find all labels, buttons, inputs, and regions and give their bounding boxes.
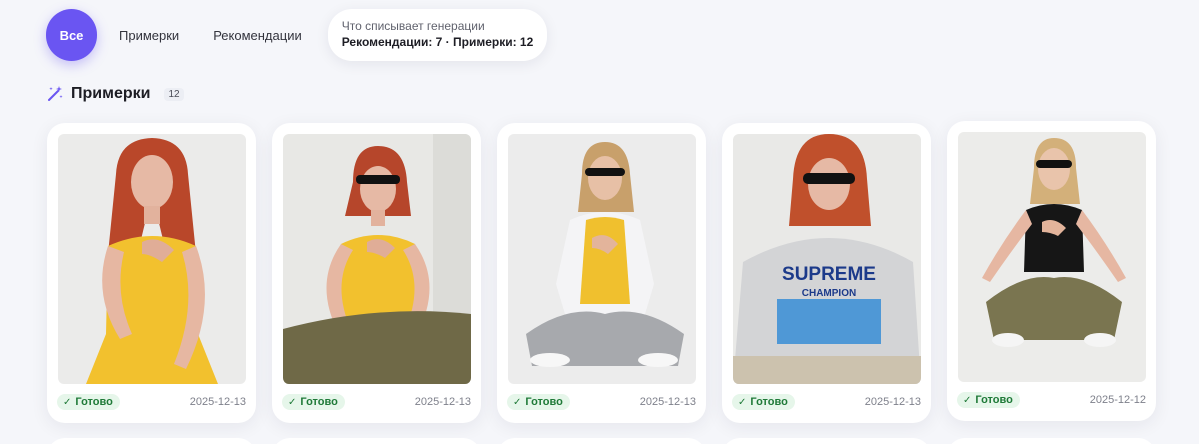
status-badge: ✓ Готово <box>507 394 570 410</box>
section-title: Примерки <box>71 85 151 102</box>
tryon-grid: ✓Готово 2025-12-13 ✓Готово 2025-12-13 <box>47 121 1156 423</box>
hoodie-sub-text: CHAMPION <box>802 288 856 299</box>
tryon-card-partial[interactable] <box>947 438 1156 444</box>
tryon-card[interactable]: ✓ Готово 2025-12-13 <box>47 123 256 423</box>
tryon-card-partial[interactable] <box>47 438 256 444</box>
check-icon: ✓ <box>513 396 522 408</box>
section-header: Примерки 12 <box>46 85 184 103</box>
tryon-card-partial[interactable] <box>497 438 706 444</box>
tryon-card-footer: ✓ Готово 2025-12-13 <box>507 394 696 410</box>
tryon-date: 2025-12-12 <box>1089 394 1146 406</box>
generation-usage-values: Рекомендации: 7 · Примерки: 12 <box>341 35 534 49</box>
tryon-card-footer: ✓ Готово 2025-12-12 <box>957 392 1146 408</box>
tryon-photo[interactable] <box>508 134 696 384</box>
status-badge: ✓ Готово <box>57 394 120 410</box>
filter-bar: Все Примерки Рекомендации Что списывает … <box>46 9 548 61</box>
filter-all-button[interactable]: Все <box>46 9 97 61</box>
tryon-date: 2025-12-13 <box>639 396 696 408</box>
tryon-card[interactable]: SUPREME CHAMPION ✓ Готово 2025-12-13 <box>722 123 931 423</box>
tryon-photo[interactable] <box>283 134 471 384</box>
tryon-card[interactable]: ✓ Готово 2025-12-13 <box>272 123 481 423</box>
tryon-card-partial[interactable] <box>272 438 481 444</box>
check-icon: ✓ <box>963 394 972 406</box>
status-badge: ✓ Готово <box>957 392 1020 408</box>
hoodie-brand-text: SUPREME <box>782 264 876 285</box>
magic-wand-icon <box>48 86 63 101</box>
tryon-card-footer: ✓ Готово 2025-12-13 <box>282 394 471 410</box>
tryon-card-footer: ✓ Готово 2025-12-13 <box>732 394 921 410</box>
generation-usage-caption: Что списывает генерации <box>341 19 485 33</box>
filter-recommendations-button[interactable]: Рекомендации <box>201 9 314 61</box>
tryon-card-footer: ✓ Готово 2025-12-13 <box>57 394 246 410</box>
generation-usage-info: Что списывает генерации Рекомендации: 7 … <box>327 9 548 61</box>
tryon-photo[interactable] <box>58 134 246 384</box>
status-badge: ✓ Готово <box>282 394 345 410</box>
section-count-badge: 12 <box>164 87 184 101</box>
check-icon: ✓ <box>288 396 297 408</box>
tryon-photo[interactable] <box>958 132 1146 382</box>
check-icon: ✓ <box>63 396 72 408</box>
hoodie-print: SUPREME CHAMPION <box>782 264 876 299</box>
next-row-cards-partial <box>47 438 1156 444</box>
status-badge: ✓ Готово <box>732 394 795 410</box>
tryon-photo[interactable]: SUPREME CHAMPION <box>733 134 921 384</box>
tryon-card-partial[interactable] <box>722 438 931 444</box>
tryon-card[interactable]: ✓ Готово 2025-12-12 <box>947 121 1156 421</box>
filter-tryons-button[interactable]: Примерки <box>107 9 191 61</box>
tryon-date: 2025-12-13 <box>864 396 921 408</box>
tryon-date: 2025-12-13 <box>189 396 246 408</box>
tryon-card[interactable]: ✓ Готово 2025-12-13 <box>497 123 706 423</box>
tryon-date: 2025-12-13 <box>414 396 471 408</box>
check-icon: ✓ <box>738 396 747 408</box>
